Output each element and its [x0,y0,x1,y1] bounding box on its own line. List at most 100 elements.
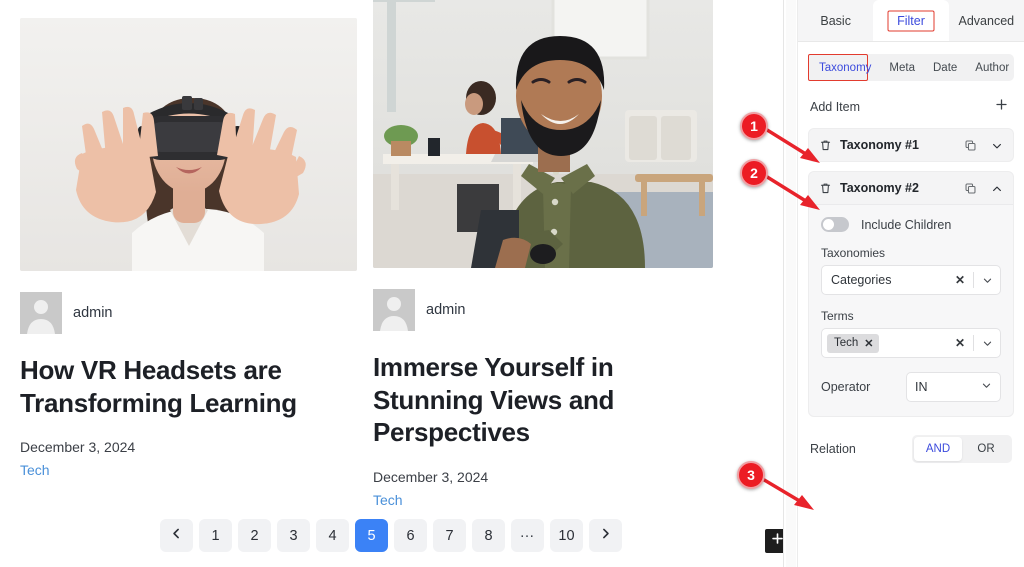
app-root: admin How VR Headsets are Transforming L… [0,0,1024,567]
annotation-callout-2: 2 [740,159,768,187]
plus-icon [771,532,784,550]
operator-select[interactable]: IN [906,372,1001,402]
post-title[interactable]: How VR Headsets are Transforming Learnin… [20,354,357,419]
subtab-taxonomy[interactable]: Taxonomy [808,54,880,81]
chevron-left-icon [170,527,183,544]
post-date: December 3, 2024 [373,468,489,485]
pagination-page-10[interactable]: 10 [550,519,583,552]
annotation-badge-3: 3 [737,461,765,489]
terms-clear-button[interactable]: ✕ [947,336,973,350]
chevron-down-icon[interactable] [991,139,1003,151]
taxonomy-item-2-title: Taxonomy #2 [840,181,919,195]
term-chip-remove-button[interactable]: ✕ [864,337,873,350]
include-children-toggle[interactable] [821,217,849,232]
pagination-page-6[interactable]: 6 [394,519,427,552]
chevron-down-icon[interactable] [974,275,1000,286]
pagination-page-8[interactable]: 8 [472,519,505,552]
taxonomies-selected-value: Categories [831,273,892,287]
panel-tabs: Basic Filter Advanced [798,0,1024,42]
post-title[interactable]: Immerse Yourself in Stunning Views and P… [373,351,713,449]
post-card[interactable]: admin Immerse Yourself in Stunning Views… [373,0,713,510]
tab-filter[interactable]: Filter [873,0,949,41]
terms-chip-list: Tech ✕ [827,333,947,353]
pagination: 1 2 3 4 5 6 7 8 … 10 [160,519,622,552]
copy-icon[interactable] [964,182,977,195]
add-item-button[interactable] [990,96,1012,118]
subtab-date-label: Date [933,61,958,74]
pagination-page-3[interactable]: 3 [277,519,310,552]
post-card[interactable]: admin How VR Headsets are Transforming L… [20,18,357,480]
toggle-knob [823,219,834,230]
term-chip-tech[interactable]: Tech ✕ [827,333,879,353]
post-category[interactable]: Tech [373,492,403,508]
pagination-page-1[interactable]: 1 [199,519,232,552]
taxonomy-item-2[interactable]: Taxonomy #2 Include Children Taxonomies … [808,171,1014,417]
subtab-meta-label: Meta [889,61,915,74]
post-thumbnail-office-man[interactable] [373,0,713,268]
annotation-callout-3: 3 [737,461,765,489]
plus-icon [995,98,1008,116]
tab-filter-label: Filter [897,13,925,28]
operator-selected-value: IN [915,380,928,394]
chevron-down-icon [981,378,992,396]
relation-option-and[interactable]: AND [914,437,962,461]
chevron-up-icon[interactable] [991,182,1003,194]
pagination-prev-button[interactable] [160,519,193,552]
terms-label: Terms [821,309,854,323]
avatar [20,292,62,334]
taxonomy-item-2-header[interactable]: Taxonomy #2 [809,172,1013,204]
pagination-next-button[interactable] [589,519,622,552]
taxonomy-item-2-body: Include Children Taxonomies Categories ✕… [809,204,1013,416]
operator-label: Operator [821,380,871,394]
annotation-arrow-3 [759,476,814,510]
tab-basic-label: Basic [820,13,851,28]
pagination-ellipsis: … [511,519,544,552]
subtab-author[interactable]: Author [966,56,1018,79]
relation-label: Relation [810,442,856,456]
taxonomies-label: Taxonomies [821,246,886,260]
post-grid-preview: admin How VR Headsets are Transforming L… [0,0,784,567]
pagination-page-5-current[interactable]: 5 [355,519,388,552]
filter-subtabs: Taxonomy Meta Date Author [808,54,1014,81]
avatar [373,289,415,331]
subtab-author-label: Author [975,61,1010,74]
post-date: December 3, 2024 [20,439,136,455]
post-thumbnail-vr-headset[interactable] [20,18,357,271]
include-children-label: Include Children [861,217,952,232]
include-children-row: Include Children [821,217,1001,232]
chevron-down-icon[interactable] [974,338,1000,349]
subtab-date[interactable]: Date [924,56,966,79]
pagination-page-7[interactable]: 7 [433,519,466,552]
taxonomies-clear-button[interactable]: ✕ [947,273,973,287]
post-byline: admin [20,292,357,334]
taxonomy-item-1-header[interactable]: Taxonomy #1 [809,129,1013,161]
tab-basic[interactable]: Basic [798,0,873,41]
post-author[interactable]: admin [73,305,113,321]
subtab-meta[interactable]: Meta [880,56,924,79]
pagination-page-2[interactable]: 2 [238,519,271,552]
taxonomies-select[interactable]: Categories ✕ [821,265,1001,295]
post-author[interactable]: admin [426,302,466,318]
add-element-fab-button[interactable] [765,529,784,553]
operator-row: Operator IN [821,372,1001,402]
annotation-callout-1: 1 [740,112,768,140]
relation-row: Relation AND OR [810,435,1012,463]
annotation-arrow-2 [762,173,820,210]
add-item-row: Add Item [810,95,1012,119]
annotation-badge-2: 2 [740,159,768,187]
chevron-right-icon [599,527,612,544]
pagination-page-4[interactable]: 4 [316,519,349,552]
relation-option-or[interactable]: OR [962,437,1010,461]
taxonomy-item-1[interactable]: Taxonomy #1 [808,128,1014,162]
subtab-taxonomy-label: Taxonomy [819,61,872,74]
post-category[interactable]: Tech [20,462,50,478]
annotation-arrow-1 [762,126,820,163]
annotation-badge-1: 1 [740,112,768,140]
copy-icon[interactable] [964,139,977,152]
taxonomy-item-1-title: Taxonomy #1 [840,138,919,152]
tab-advanced[interactable]: Advanced [949,0,1024,41]
add-item-label: Add Item [810,100,861,114]
term-chip-label: Tech [834,337,859,349]
settings-panel: Basic Filter Advanced Taxonomy Meta Date [797,0,1024,567]
terms-select[interactable]: Tech ✕ ✕ [821,328,1001,358]
